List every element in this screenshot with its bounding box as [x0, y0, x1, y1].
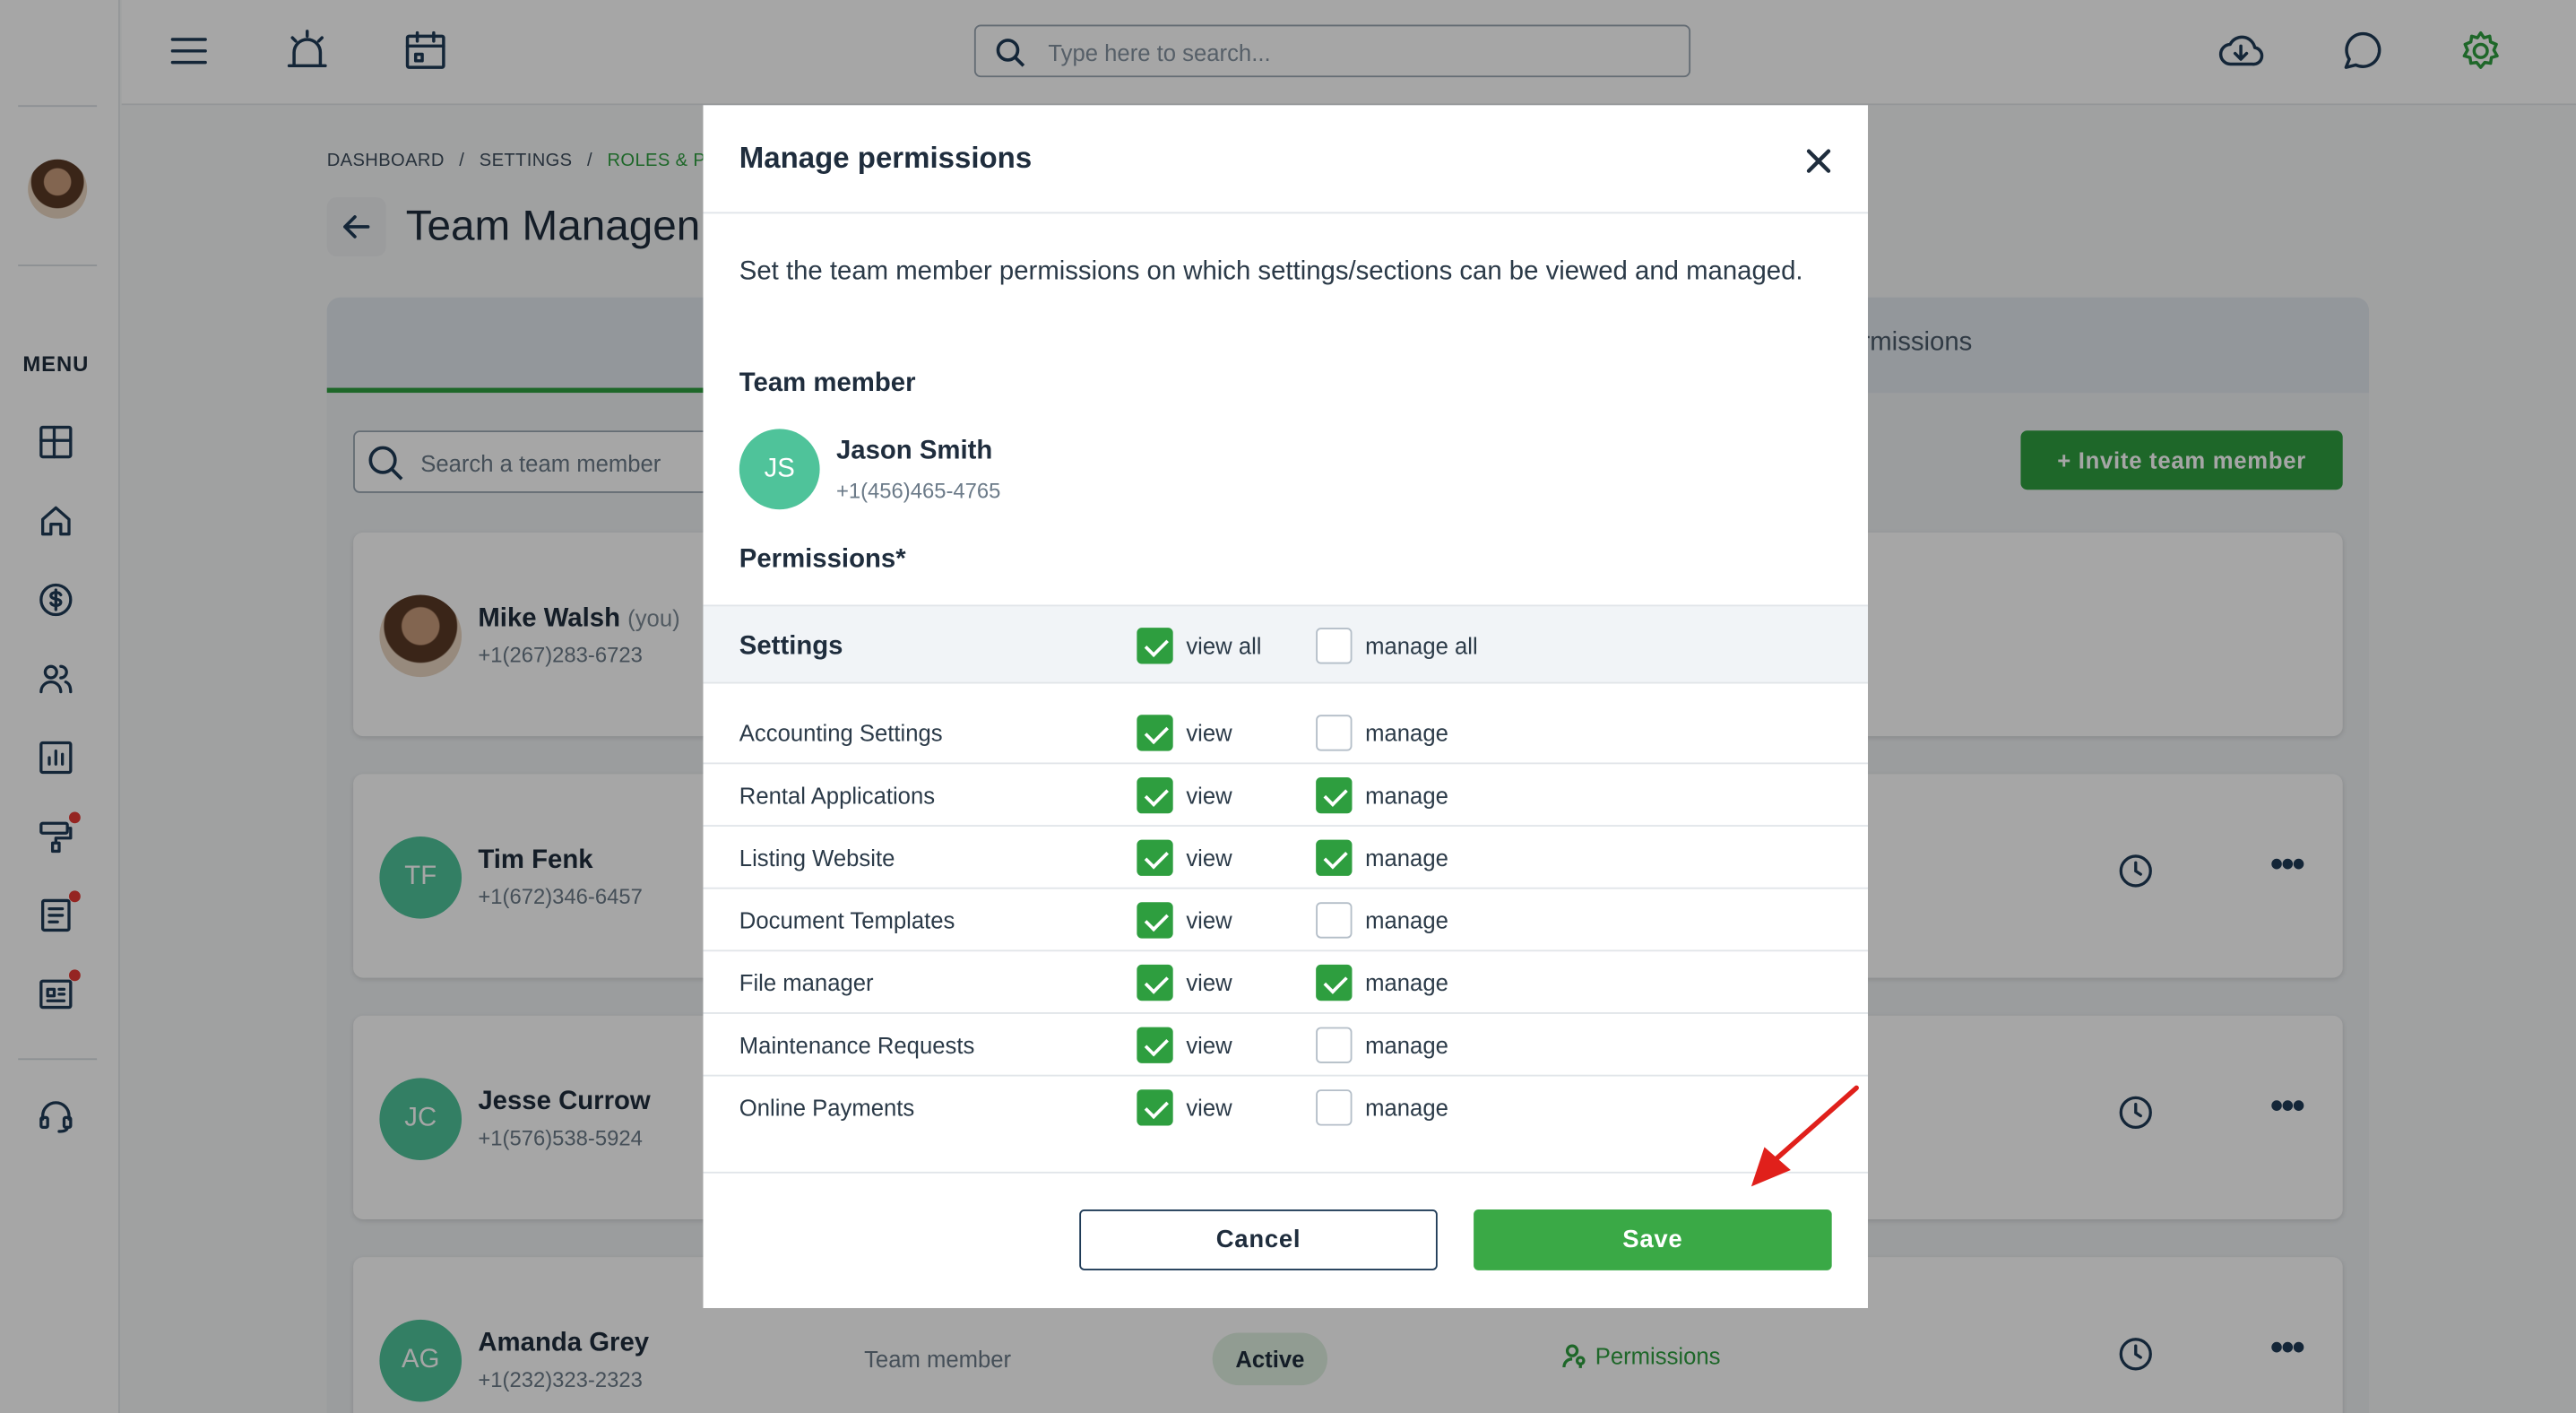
- permission-row: Document Templates view manage: [703, 889, 1869, 952]
- manage-label: manage: [1365, 845, 1448, 871]
- permission-name: Listing Website: [739, 845, 895, 871]
- manage-label: manage: [1365, 1032, 1448, 1059]
- view-all-checkbox[interactable]: [1137, 628, 1173, 664]
- section-name: Settings: [739, 632, 843, 661]
- permission-name: Maintenance Requests: [739, 1032, 975, 1059]
- manage-checkbox[interactable]: [1316, 1089, 1353, 1126]
- view-checkbox[interactable]: [1137, 776, 1173, 814]
- manage-checkbox[interactable]: [1316, 902, 1353, 939]
- view-label: view: [1186, 906, 1232, 934]
- view-label: view: [1186, 719, 1232, 747]
- manage-permissions-modal: Manage permissions Set the team member p…: [703, 105, 1869, 1308]
- view-checkbox[interactable]: [1137, 902, 1173, 939]
- view-label: view: [1186, 1094, 1232, 1122]
- view-all-label: view all: [1186, 632, 1262, 659]
- manage-checkbox[interactable]: [1316, 1027, 1353, 1063]
- manage-label: manage: [1365, 1094, 1448, 1122]
- annotation-arrow-icon: [1742, 1081, 1866, 1193]
- manage-label: manage: [1365, 719, 1448, 747]
- member-phone: +1(456)465-4765: [835, 478, 1001, 503]
- view-label: view: [1186, 1032, 1232, 1059]
- modal-title: Manage permissions: [739, 141, 1033, 175]
- view-checkbox[interactable]: [1137, 715, 1173, 751]
- manage-label: manage: [1365, 969, 1448, 996]
- team-member-label: Team member: [739, 369, 916, 398]
- member-name: Jason Smith: [835, 437, 993, 465]
- permission-name: Document Templates: [739, 906, 955, 934]
- permission-row: Accounting Settings view manage: [703, 702, 1869, 765]
- permission-row: Listing Website view manage: [703, 827, 1869, 889]
- view-checkbox[interactable]: [1137, 1089, 1173, 1126]
- permissions-section-header: Settings view all manage all: [703, 604, 1869, 684]
- close-icon[interactable]: [1801, 143, 1837, 178]
- view-label: view: [1186, 969, 1232, 996]
- member-avatar: JS: [739, 429, 820, 510]
- view-label: view: [1186, 782, 1232, 809]
- cancel-button[interactable]: Cancel: [1079, 1209, 1438, 1270]
- view-label: view: [1186, 845, 1232, 871]
- modal-divider: [703, 212, 1869, 214]
- app-root: MENU Type here to search... DASHBOARD / SE…: [0, 0, 2576, 1413]
- manage-checkbox[interactable]: [1316, 839, 1353, 876]
- permission-row: Online Payments view manage: [703, 1077, 1868, 1140]
- permission-row: Maintenance Requests view manage: [703, 1014, 1869, 1077]
- permission-row: Rental Applications view manage: [703, 764, 1869, 827]
- save-button[interactable]: Save: [1474, 1209, 1832, 1270]
- manage-checkbox[interactable]: [1316, 964, 1353, 1001]
- view-checkbox[interactable]: [1137, 1027, 1173, 1063]
- manage-checkbox[interactable]: [1316, 715, 1353, 751]
- permission-name: Online Payments: [739, 1094, 915, 1122]
- manage-all-checkbox[interactable]: [1316, 628, 1353, 664]
- modal-divider: [703, 1171, 1869, 1174]
- manage-label: manage: [1365, 782, 1448, 809]
- permission-name: Accounting Settings: [739, 719, 943, 747]
- permission-name: Rental Applications: [739, 782, 936, 809]
- manage-label: manage: [1365, 906, 1448, 934]
- manage-all-label: manage all: [1365, 632, 1478, 659]
- view-checkbox[interactable]: [1137, 839, 1173, 876]
- manage-checkbox[interactable]: [1316, 776, 1353, 814]
- permission-row: File manager view manage: [703, 951, 1869, 1014]
- view-checkbox[interactable]: [1137, 964, 1173, 1001]
- modal-description: Set the team member permissions on which…: [739, 257, 1803, 286]
- permission-name: File manager: [739, 969, 874, 996]
- permissions-label: Permissions*: [739, 545, 906, 574]
